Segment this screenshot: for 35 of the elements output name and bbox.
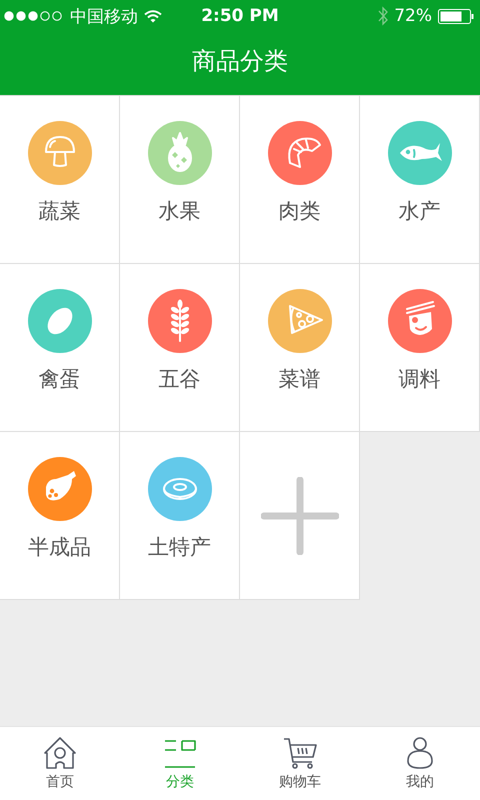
tab-item[interactable]: 购物车 — [240, 727, 360, 800]
category-tile[interactable]: 五谷 — [120, 264, 240, 432]
home-icon — [42, 736, 78, 770]
category-tile[interactable]: 肉类 — [240, 96, 360, 264]
category-tile[interactable]: 水果 — [120, 96, 240, 264]
category-tile[interactable]: 菜谱 — [240, 264, 360, 432]
category-label: 蔬菜 — [38, 198, 80, 224]
battery-icon — [438, 8, 474, 24]
signal-icon — [4, 11, 64, 21]
category-label: 禽蛋 — [38, 366, 80, 392]
tab-item[interactable]: 我的 — [360, 727, 480, 800]
category-tile[interactable]: 蔬菜 — [0, 96, 120, 264]
carrier-name: 中国移动 — [70, 6, 138, 28]
category-label: 水果 — [158, 198, 200, 224]
category-label: 水产 — [398, 198, 440, 224]
category-tile[interactable]: 调料 — [360, 264, 480, 432]
category-label: 五谷 — [158, 366, 200, 392]
category-tile[interactable]: 水产 — [360, 96, 480, 264]
status-time: 2:50 PM — [201, 6, 279, 26]
category-label: 半成品 — [28, 534, 91, 560]
category-label: 肉类 — [278, 198, 320, 224]
bluetooth-icon — [378, 6, 388, 26]
battery-percentage: 72% — [394, 6, 432, 26]
wifi-icon — [144, 10, 162, 22]
cart-icon — [282, 736, 318, 770]
tab-item[interactable]: 首页 — [0, 727, 120, 800]
category-label: 土特产 — [148, 534, 211, 560]
page-title: 商品分类 — [192, 46, 288, 76]
add-category-tile[interactable] — [240, 432, 360, 600]
category-label: 调料 — [398, 366, 440, 392]
category-label: 菜谱 — [278, 366, 320, 392]
category-tile[interactable]: 禽蛋 — [0, 264, 120, 432]
plus-icon — [260, 476, 338, 554]
category-tile[interactable]: 土特产 — [120, 432, 240, 600]
category-tile[interactable]: 半成品 — [0, 432, 120, 600]
